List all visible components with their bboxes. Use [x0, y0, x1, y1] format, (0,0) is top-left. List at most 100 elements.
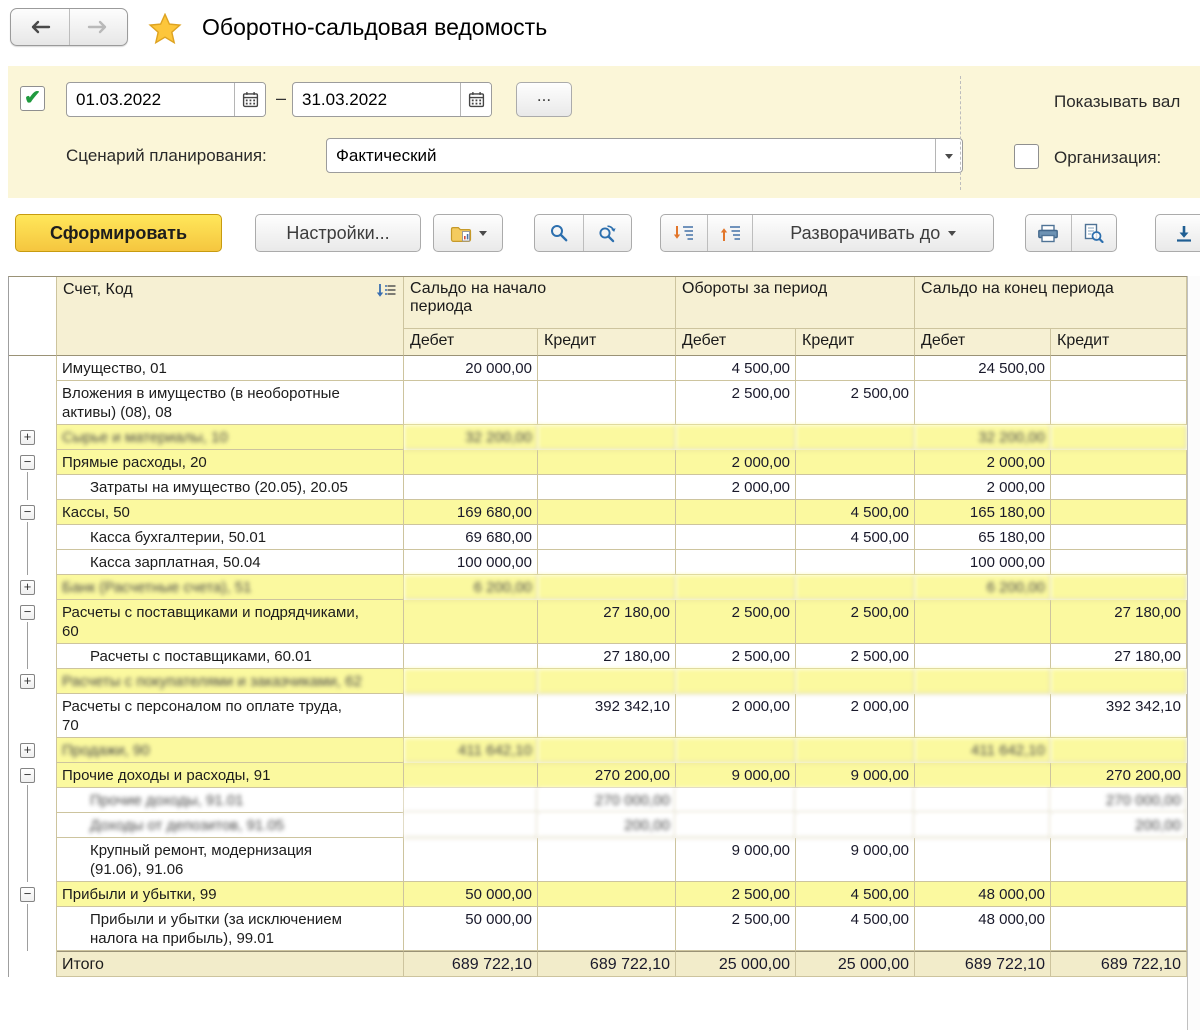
account-cell[interactable]: Расчеты с персоналом по оплате труда, 70 — [57, 694, 404, 738]
account-cell[interactable]: Крупный ремонт, модернизация (91.06), 91… — [57, 838, 404, 882]
value-cell[interactable] — [538, 669, 676, 694]
scenario-select[interactable]: Фактический — [326, 138, 963, 173]
value-cell[interactable]: 2 000,00 — [915, 450, 1051, 475]
value-cell[interactable]: 27 180,00 — [538, 600, 676, 644]
search-next-button[interactable] — [583, 215, 631, 251]
search-button[interactable] — [535, 215, 583, 251]
value-cell[interactable]: 2 000,00 — [676, 475, 796, 500]
value-cell[interactable] — [404, 838, 538, 882]
value-cell[interactable] — [404, 694, 538, 738]
account-cell[interactable]: Продажи, 90 — [57, 738, 404, 763]
value-cell[interactable]: 100 000,00 — [915, 550, 1051, 575]
value-cell[interactable] — [1051, 475, 1187, 500]
account-cell[interactable]: Касса бухгалтерии, 50.01 — [57, 525, 404, 550]
value-cell[interactable]: 4 500,00 — [796, 907, 915, 951]
value-cell[interactable]: 392 342,10 — [538, 694, 676, 738]
value-cell[interactable] — [404, 644, 538, 669]
favorite-star-icon[interactable] — [148, 13, 182, 46]
account-cell[interactable]: Расчеты с покупателями и заказчиками, 62 — [57, 669, 404, 694]
debit-subheader[interactable]: Дебет — [915, 328, 1051, 356]
print-button[interactable] — [1026, 215, 1071, 251]
value-cell[interactable]: 6 200,00 — [404, 575, 538, 600]
value-cell[interactable]: 27 180,00 — [1051, 644, 1187, 669]
value-cell[interactable]: 411 642,10 — [404, 738, 538, 763]
save-report-button[interactable] — [1155, 214, 1200, 252]
total-value-cell[interactable]: 689 722,10 — [404, 951, 538, 977]
value-cell[interactable] — [538, 425, 676, 450]
value-cell[interactable] — [404, 763, 538, 788]
value-cell[interactable]: 2 500,00 — [676, 381, 796, 425]
value-cell[interactable]: 200,00 — [538, 813, 676, 838]
value-cell[interactable]: 100 000,00 — [404, 550, 538, 575]
value-cell[interactable]: 2 000,00 — [676, 450, 796, 475]
account-cell[interactable]: Прямые расходы, 20 — [57, 450, 404, 475]
scenario-value[interactable]: Фактический — [327, 146, 935, 166]
date-from-value[interactable]: 01.03.2022 — [67, 90, 234, 110]
value-cell[interactable]: 9 000,00 — [676, 763, 796, 788]
value-cell[interactable]: 270 200,00 — [538, 763, 676, 788]
settings-button[interactable]: Настройки... — [255, 214, 421, 252]
value-cell[interactable] — [538, 475, 676, 500]
value-cell[interactable]: 65 180,00 — [915, 525, 1051, 550]
period-checkbox[interactable] — [20, 86, 45, 111]
value-cell[interactable] — [796, 575, 915, 600]
account-cell[interactable]: Кассы, 50 — [57, 500, 404, 525]
value-cell[interactable]: 165 180,00 — [915, 500, 1051, 525]
value-cell[interactable] — [796, 813, 915, 838]
total-value-cell[interactable]: 25 000,00 — [796, 951, 915, 977]
account-cell[interactable]: Прибыли и убытки (за исключением налога … — [57, 907, 404, 951]
value-cell[interactable] — [538, 738, 676, 763]
value-cell[interactable] — [915, 838, 1051, 882]
value-cell[interactable]: 411 642,10 — [915, 738, 1051, 763]
value-cell[interactable]: 32 200,00 — [915, 425, 1051, 450]
value-cell[interactable] — [404, 788, 538, 813]
value-cell[interactable]: 169 680,00 — [404, 500, 538, 525]
account-cell[interactable]: Имущество, 01 — [57, 356, 404, 381]
value-cell[interactable]: 50 000,00 — [404, 907, 538, 951]
expand-icon[interactable]: + — [20, 743, 35, 758]
calendar-icon[interactable] — [460, 83, 491, 116]
value-cell[interactable] — [538, 838, 676, 882]
account-column-header[interactable]: Счет, Код — [57, 277, 404, 356]
account-cell[interactable]: Затраты на имущество (20.05), 20.05 — [57, 475, 404, 500]
value-cell[interactable] — [538, 500, 676, 525]
value-cell[interactable]: 9 000,00 — [796, 838, 915, 882]
collapse-icon[interactable]: − — [20, 505, 35, 520]
account-cell[interactable]: Прибыли и убытки, 99 — [57, 882, 404, 907]
expand-icon[interactable]: + — [20, 674, 35, 689]
value-cell[interactable]: 50 000,00 — [404, 882, 538, 907]
account-cell[interactable]: Сырье и материалы, 10 — [57, 425, 404, 450]
value-cell[interactable]: 270 000,00 — [1051, 788, 1187, 813]
value-cell[interactable] — [538, 356, 676, 381]
date-to-value[interactable]: 31.03.2022 — [293, 90, 460, 110]
preview-button[interactable] — [1071, 215, 1116, 251]
value-cell[interactable] — [796, 669, 915, 694]
value-cell[interactable]: 32 200,00 — [404, 425, 538, 450]
value-cell[interactable]: 2 500,00 — [796, 600, 915, 644]
expand-icon[interactable]: + — [20, 430, 35, 445]
value-cell[interactable] — [796, 738, 915, 763]
value-cell[interactable] — [1051, 838, 1187, 882]
account-cell[interactable]: Банк (Расчетные счета), 51 — [57, 575, 404, 600]
value-cell[interactable] — [915, 813, 1051, 838]
value-cell[interactable]: 69 680,00 — [404, 525, 538, 550]
value-cell[interactable]: 6 200,00 — [915, 575, 1051, 600]
value-cell[interactable] — [1051, 425, 1187, 450]
expand-all-button[interactable] — [661, 215, 707, 251]
value-cell[interactable] — [915, 600, 1051, 644]
value-cell[interactable] — [404, 669, 538, 694]
total-value-cell[interactable]: 689 722,10 — [1051, 951, 1187, 977]
debit-subheader[interactable]: Дебет — [404, 328, 538, 356]
generate-button[interactable]: Сформировать — [15, 214, 222, 252]
value-cell[interactable] — [538, 907, 676, 951]
value-cell[interactable]: 4 500,00 — [796, 525, 915, 550]
account-cell[interactable]: Прочие доходы, 91.01 — [57, 788, 404, 813]
value-cell[interactable]: 200,00 — [1051, 813, 1187, 838]
value-cell[interactable]: 4 500,00 — [796, 882, 915, 907]
value-cell[interactable] — [796, 425, 915, 450]
value-cell[interactable]: 9 000,00 — [796, 763, 915, 788]
value-cell[interactable] — [676, 669, 796, 694]
value-cell[interactable] — [1051, 575, 1187, 600]
value-cell[interactable]: 2 000,00 — [915, 475, 1051, 500]
value-cell[interactable] — [404, 381, 538, 425]
